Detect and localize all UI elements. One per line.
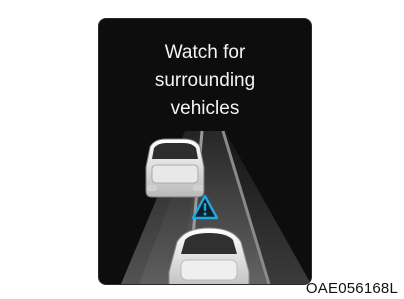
message-line-1: Watch for — [164, 42, 246, 63]
surrounding-vehicle — [145, 138, 205, 198]
figure-code: OAE056168L — [305, 280, 398, 297]
figure-page: Watch for surrounding vehicles OAE056168… — [0, 0, 404, 299]
warning-message: Watch for surrounding vehicles — [99, 39, 311, 123]
own-vehicle — [168, 227, 250, 284]
message-line-3: vehicles — [170, 98, 240, 119]
instrument-cluster-display: Watch for surrounding vehicles — [98, 18, 312, 285]
message-line-2: surrounding — [154, 70, 256, 91]
